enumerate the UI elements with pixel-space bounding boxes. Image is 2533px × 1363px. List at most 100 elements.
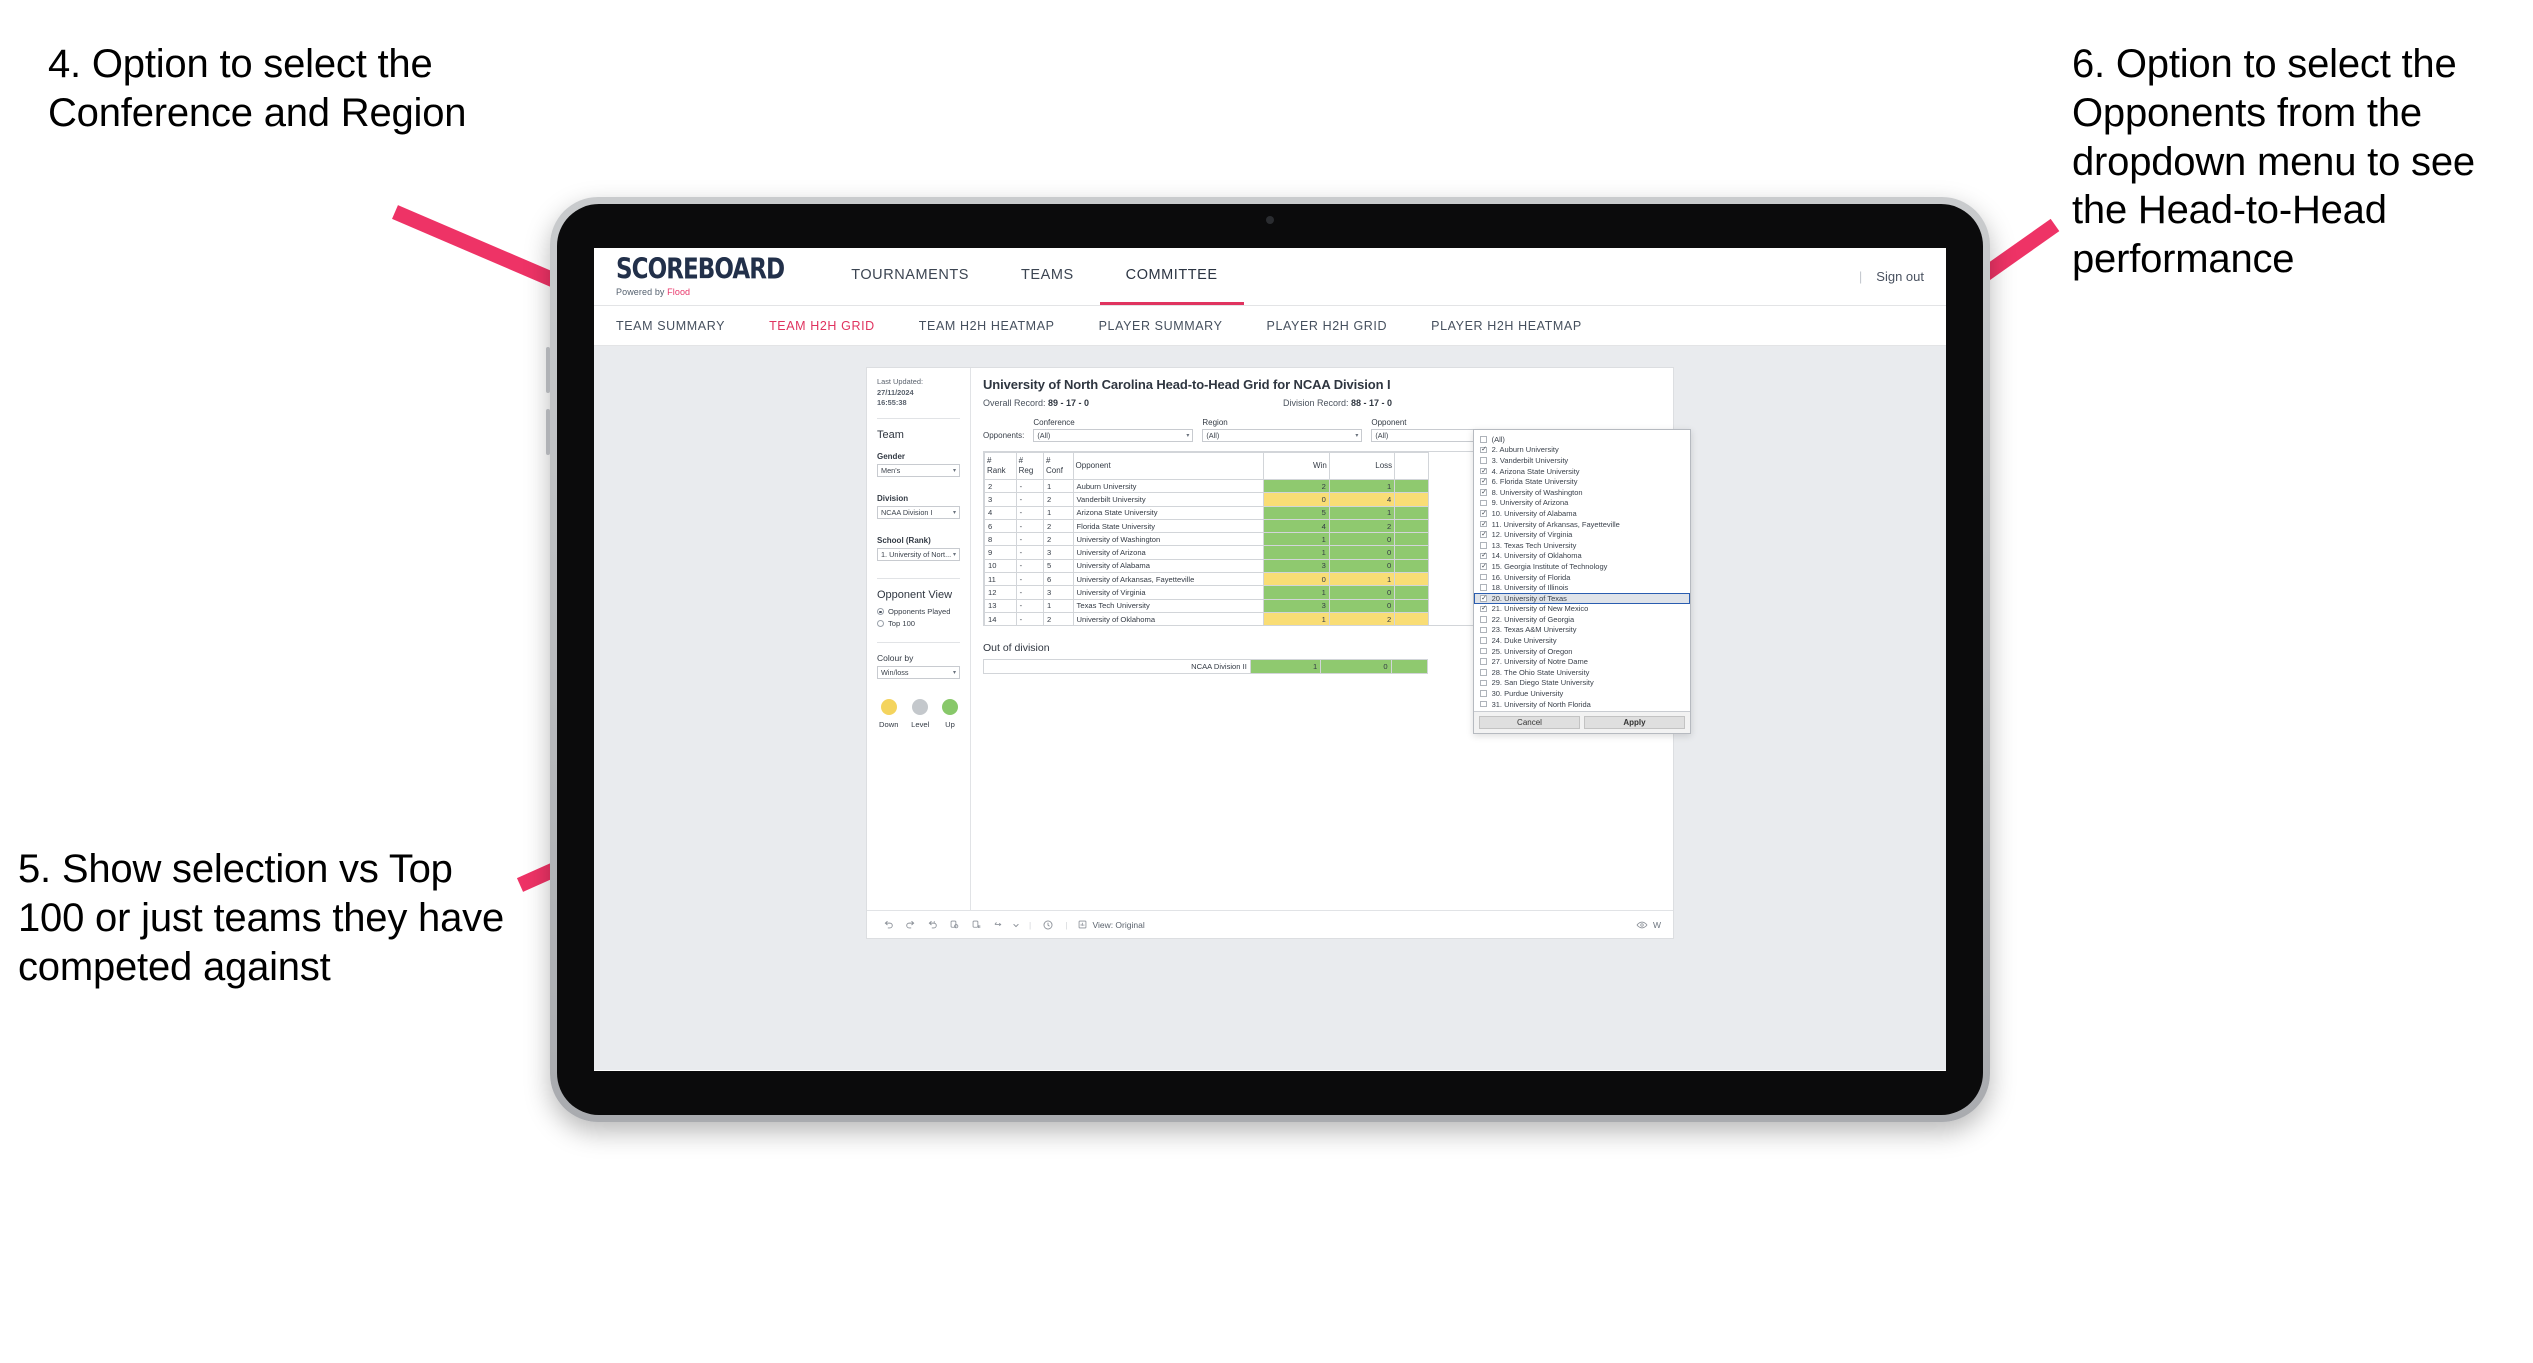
opponent-dropdown-item[interactable]: 2. Auburn University xyxy=(1474,445,1690,456)
checkbox-icon[interactable] xyxy=(1480,457,1487,464)
checkbox-icon[interactable] xyxy=(1480,637,1487,644)
division-select[interactable]: NCAA Division I ▾ xyxy=(877,506,960,520)
table-row[interactable]: 14-2 University of Oklahoma 1 2 xyxy=(984,611,1429,625)
checkbox-icon[interactable] xyxy=(1480,541,1487,549)
table-row[interactable]: 10-5 University of Alabama 3 0 xyxy=(984,558,1429,574)
opponent-dropdown-item[interactable]: 8. University of Washington xyxy=(1474,487,1690,498)
app-logo[interactable]: SCOREBOARD Powered by Flood xyxy=(616,248,825,305)
volume-up-button[interactable] xyxy=(546,347,550,393)
subnav-team-summary[interactable]: TEAM SUMMARY xyxy=(616,319,747,333)
checkbox-icon[interactable] xyxy=(1480,700,1487,708)
checkbox-icon[interactable] xyxy=(1480,520,1487,528)
opponent-dropdown-item[interactable]: 3. Vanderbilt University xyxy=(1474,455,1690,466)
nav-committee[interactable]: COMMITTEE xyxy=(1099,248,1244,305)
opponent-dropdown-item[interactable]: 14. University of Oklahoma xyxy=(1474,551,1690,562)
front-camera-icon xyxy=(1266,216,1274,224)
opponent-dropdown-item[interactable]: 22. University of Georgia xyxy=(1474,614,1690,625)
checkbox-icon[interactable] xyxy=(1480,467,1487,475)
opponent-dropdown-item[interactable]: 21. University of New Mexico xyxy=(1474,604,1690,615)
opponent-dropdown-panel[interactable]: (All)2. Auburn University3. Vanderbilt U… xyxy=(1473,429,1691,735)
checkbox-icon[interactable] xyxy=(1480,658,1487,666)
school-select[interactable]: 1. University of Nort... ▾ xyxy=(877,548,960,562)
checkbox-icon[interactable] xyxy=(1480,488,1487,496)
apply-button[interactable]: Apply xyxy=(1584,716,1685,730)
opponent-dropdown-item[interactable]: 28. The Ohio State University xyxy=(1474,667,1690,678)
table-row[interactable]: 8-2 University of Washington 1 0 xyxy=(984,532,1429,547)
view-original-button[interactable]: View: Original xyxy=(1077,919,1145,930)
table-row[interactable]: 9-3 University of Arizona 1 0 xyxy=(984,545,1429,560)
checkbox-icon[interactable] xyxy=(1480,669,1487,676)
out-of-division-row[interactable]: NCAA Division II 1 0 xyxy=(983,659,1429,674)
opponent-dropdown-item[interactable]: (All) xyxy=(1474,434,1690,445)
undo-icon[interactable] xyxy=(877,919,899,930)
checkbox-icon[interactable] xyxy=(1480,647,1487,655)
checkbox-icon[interactable] xyxy=(1480,584,1487,591)
opponent-dropdown-item[interactable]: 12. University of Virginia xyxy=(1474,529,1690,540)
table-row[interactable]: 13-1 Texas Tech University 3 0 xyxy=(984,598,1429,613)
opponent-dropdown-list[interactable]: (All)2. Auburn University3. Vanderbilt U… xyxy=(1474,430,1690,711)
opponent-dropdown-item[interactable]: 13. Texas Tech University xyxy=(1474,540,1690,551)
table-row[interactable]: 6-2 Florida State University 4 2 xyxy=(984,518,1429,534)
redo-icon[interactable] xyxy=(899,919,921,930)
nav-tournaments[interactable]: TOURNAMENTS xyxy=(825,248,995,305)
opponent-dropdown-item[interactable]: 29. San Diego State University xyxy=(1474,678,1690,689)
watch-eye-icon[interactable] xyxy=(1636,919,1648,931)
opponent-dropdown-item[interactable]: 16. University of Florida xyxy=(1474,572,1690,583)
opponent-dropdown-item[interactable]: 25. University of Oregon xyxy=(1474,646,1690,657)
refresh-data-icon[interactable] xyxy=(943,919,965,930)
opponent-dropdown-item[interactable]: 4. Arizona State University xyxy=(1474,466,1690,477)
opponent-dropdown-item[interactable]: 9. University of Arizona xyxy=(1474,498,1690,509)
checkbox-icon[interactable] xyxy=(1480,679,1487,687)
opponent-dropdown-item[interactable]: 18. University of Illinois xyxy=(1474,582,1690,593)
checkbox-icon[interactable] xyxy=(1480,616,1487,623)
table-row[interactable]: 3-2 Vanderbilt University 0 4 xyxy=(984,492,1429,507)
nav-teams[interactable]: TEAMS xyxy=(995,248,1100,305)
share-icon[interactable] xyxy=(987,919,1009,930)
subnav-team-h2h-heatmap[interactable]: TEAM H2H HEATMAP xyxy=(919,319,1077,333)
colour-by-select[interactable]: Win/loss ▾ xyxy=(877,666,960,680)
sign-out-link[interactable]: Sign out xyxy=(1876,269,1924,284)
radio-top-100[interactable]: Top 100 xyxy=(877,619,960,628)
checkbox-icon[interactable] xyxy=(1480,477,1487,485)
opponent-dropdown-item[interactable]: 27. University of Notre Dame xyxy=(1474,656,1690,667)
share-dropdown-icon[interactable] xyxy=(1009,921,1023,929)
opponent-dropdown-item[interactable]: 24. Duke University xyxy=(1474,635,1690,646)
subnav-player-summary[interactable]: PLAYER SUMMARY xyxy=(1099,319,1245,333)
subnav-team-h2h-grid[interactable]: TEAM H2H GRID xyxy=(769,319,897,333)
checkbox-icon[interactable] xyxy=(1480,604,1487,613)
revert-icon[interactable] xyxy=(921,919,943,930)
table-row[interactable]: 12-3 University of Virginia 1 0 xyxy=(984,585,1429,600)
cancel-button[interactable]: Cancel xyxy=(1479,716,1580,730)
opponent-dropdown-item[interactable]: 20. University of Texas xyxy=(1474,592,1690,604)
subnav-player-h2h-grid[interactable]: PLAYER H2H GRID xyxy=(1267,319,1410,333)
checkbox-icon[interactable] xyxy=(1480,530,1487,538)
checkbox-icon[interactable] xyxy=(1480,509,1487,517)
opponent-dropdown-item[interactable]: 11. University of Arkansas, Fayetteville xyxy=(1474,519,1690,530)
pause-auto-updates-icon[interactable] xyxy=(965,919,987,930)
table-row[interactable]: 2-1 Auburn University 2 1 xyxy=(984,478,1429,494)
checkbox-icon[interactable] xyxy=(1480,436,1487,443)
region-filter-select[interactable]: (All) ▾ xyxy=(1202,429,1363,442)
checkbox-icon[interactable] xyxy=(1480,445,1487,454)
table-row[interactable]: 4-1 Arizona State University 5 1 xyxy=(984,505,1429,520)
opponent-dropdown-item[interactable]: 10. University of Alabama xyxy=(1474,508,1690,519)
opponent-dropdown-item[interactable]: 30. Purdue University xyxy=(1474,688,1690,699)
gender-select[interactable]: Men's ▾ xyxy=(877,464,960,478)
opponent-dropdown-item[interactable]: 23. Texas A&M University xyxy=(1474,625,1690,636)
subnav-player-h2h-heatmap[interactable]: PLAYER H2H HEATMAP xyxy=(1431,319,1604,333)
table-row[interactable]: 11-6 University of Arkansas, Fayetteville… xyxy=(984,572,1429,587)
conference-filter-select[interactable]: (All) ▾ xyxy=(1033,429,1194,442)
opponent-dropdown-item[interactable]: 6. Florida State University xyxy=(1474,476,1690,487)
checkbox-icon[interactable] xyxy=(1480,499,1487,507)
checkbox-icon[interactable] xyxy=(1480,690,1487,697)
checkbox-icon[interactable] xyxy=(1480,573,1487,581)
opponent-dropdown-item[interactable]: 31. University of North Florida xyxy=(1474,699,1690,710)
radio-opponents-played[interactable]: Opponents Played xyxy=(877,607,960,616)
checkbox-icon[interactable] xyxy=(1480,562,1487,570)
checkbox-icon[interactable] xyxy=(1480,626,1487,634)
checkbox-icon[interactable] xyxy=(1480,551,1487,560)
pause-icon[interactable] xyxy=(1037,919,1059,931)
opponent-dropdown-item[interactable]: 15. Georgia Institute of Technology xyxy=(1474,561,1690,572)
volume-down-button[interactable] xyxy=(546,409,550,455)
checkbox-icon[interactable] xyxy=(1480,594,1487,602)
